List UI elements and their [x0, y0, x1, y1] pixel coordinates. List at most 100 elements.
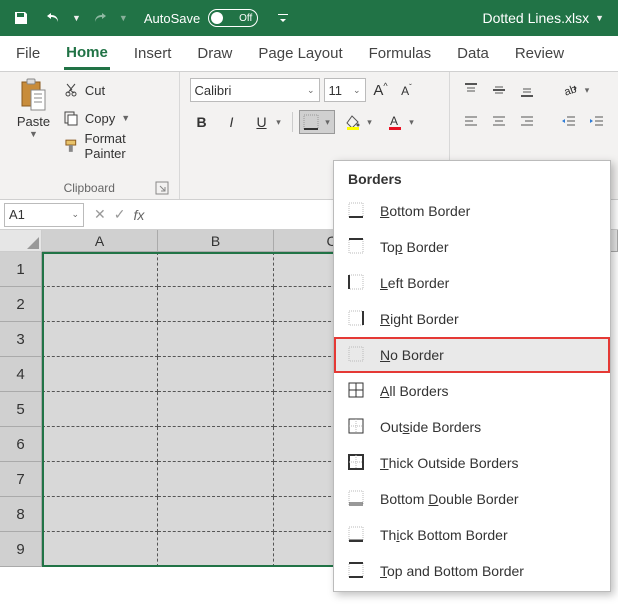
fill-color-button[interactable]: ▾ — [341, 110, 377, 134]
undo-button[interactable] — [40, 5, 66, 31]
fx-button[interactable]: fx — [133, 207, 144, 223]
border-menu-item-top-border[interactable]: Top Border — [334, 229, 610, 265]
borders-menu-title: Borders — [334, 167, 610, 193]
border-menu-item-all-borders[interactable]: All Borders — [334, 373, 610, 409]
tab-home[interactable]: Home — [64, 38, 110, 70]
tab-page-layout[interactable]: Page Layout — [256, 39, 344, 68]
font-color-button[interactable]: A ▾ — [383, 110, 419, 134]
tab-draw[interactable]: Draw — [195, 39, 234, 68]
cell[interactable] — [158, 392, 274, 427]
row-header[interactable]: 1 — [0, 252, 42, 287]
copy-dropdown-icon: ▼ — [121, 113, 130, 123]
border-menu-label: No Border — [380, 347, 444, 363]
paste-button[interactable]: Paste ▼ — [10, 78, 57, 179]
row-header[interactable]: 4 — [0, 357, 42, 392]
border-menu-item-thick-bottom-border[interactable]: Thick Bottom Border — [334, 517, 610, 553]
bold-button[interactable]: B — [190, 110, 214, 134]
cell[interactable] — [158, 497, 274, 532]
underline-button[interactable]: U ▾ — [250, 110, 286, 134]
filename-label[interactable]: Dotted Lines.xlsx ▼ — [482, 10, 604, 26]
increase-font-button[interactable]: A^ — [370, 79, 392, 101]
redo-dropdown-icon[interactable]: ▼ — [119, 13, 128, 23]
row-header[interactable]: 3 — [0, 322, 42, 357]
align-top-button[interactable] — [460, 79, 482, 101]
cancel-formula-icon[interactable]: ✕ — [94, 206, 106, 223]
copy-icon — [63, 110, 79, 126]
row-header[interactable]: 6 — [0, 427, 42, 462]
cell[interactable] — [158, 357, 274, 392]
column-header[interactable]: A — [42, 230, 158, 252]
borders-button[interactable]: ▾ — [299, 110, 335, 134]
cell[interactable] — [158, 462, 274, 497]
select-all-corner[interactable] — [0, 230, 42, 252]
border-option-icon — [348, 526, 366, 544]
border-menu-item-thick-outside-borders[interactable]: Thick Outside Borders — [334, 445, 610, 481]
row-header[interactable]: 5 — [0, 392, 42, 427]
cell[interactable] — [158, 532, 274, 567]
border-menu-label: Left Border — [380, 275, 449, 291]
borders-dropdown-icon[interactable]: ▾ — [322, 117, 334, 128]
decrease-indent-button[interactable] — [558, 110, 580, 132]
cell[interactable] — [42, 287, 158, 322]
row-header[interactable]: 9 — [0, 532, 42, 567]
cell[interactable] — [42, 497, 158, 532]
cell[interactable] — [158, 287, 274, 322]
border-menu-item-bottom-double-border[interactable]: Bottom Double Border — [334, 481, 610, 517]
border-menu-item-left-border[interactable]: Left Border — [334, 265, 610, 301]
border-menu-item-outside-borders[interactable]: Outside Borders — [334, 409, 610, 445]
ribbon-tabs: File Home Insert Draw Page Layout Formul… — [0, 36, 618, 72]
cell[interactable] — [42, 357, 158, 392]
clipboard-dialog-launcher[interactable] — [155, 181, 169, 195]
border-menu-item-bottom-border[interactable]: Bottom Border — [334, 193, 610, 229]
format-painter-button[interactable]: Format Painter — [63, 134, 169, 158]
column-header[interactable]: B — [158, 230, 274, 252]
enter-formula-icon[interactable]: ✓ — [114, 206, 126, 223]
italic-button[interactable]: I — [220, 110, 244, 134]
font-size-select[interactable]: 11⌄ — [324, 78, 366, 102]
cut-button[interactable]: Cut — [63, 78, 169, 102]
cell[interactable] — [42, 252, 158, 287]
autosave-toggle[interactable]: Off — [208, 9, 258, 27]
row-header[interactable]: 7 — [0, 462, 42, 497]
tab-insert[interactable]: Insert — [132, 39, 174, 68]
cell[interactable] — [42, 532, 158, 567]
copy-button[interactable]: Copy ▼ — [63, 106, 169, 130]
cell[interactable] — [42, 462, 158, 497]
save-button[interactable] — [8, 5, 34, 31]
align-right-button[interactable] — [516, 110, 538, 132]
decrease-font-button[interactable]: Aˇ — [396, 79, 418, 101]
tab-file[interactable]: File — [14, 39, 42, 68]
font-name-select[interactable]: Calibri⌄ — [190, 78, 320, 102]
qat-customize-button[interactable] — [270, 5, 296, 31]
tab-formulas[interactable]: Formulas — [367, 39, 434, 68]
align-center-button[interactable] — [488, 110, 510, 132]
name-box[interactable]: A1⌄ — [4, 203, 84, 227]
border-menu-label: Thick Outside Borders — [380, 455, 519, 471]
tab-review[interactable]: Review — [513, 39, 566, 68]
align-middle-button[interactable] — [488, 79, 510, 101]
border-menu-label: Thick Bottom Border — [380, 527, 508, 543]
border-option-icon — [348, 274, 366, 292]
border-menu-item-no-border[interactable]: No Border — [334, 337, 610, 373]
row-header[interactable]: 2 — [0, 287, 42, 322]
align-left-button[interactable] — [460, 110, 482, 132]
paintbrush-icon — [63, 138, 79, 154]
border-option-icon — [348, 490, 366, 508]
cell[interactable] — [158, 427, 274, 462]
cell[interactable] — [158, 252, 274, 287]
orientation-button[interactable]: ab ▾ — [558, 78, 594, 102]
border-menu-item-right-border[interactable]: Right Border — [334, 301, 610, 337]
svg-text:ab: ab — [563, 83, 578, 98]
cell[interactable] — [158, 322, 274, 357]
redo-button[interactable] — [87, 5, 113, 31]
bucket-icon — [345, 114, 361, 130]
increase-indent-button[interactable] — [586, 110, 608, 132]
row-header[interactable]: 8 — [0, 497, 42, 532]
cell[interactable] — [42, 427, 158, 462]
align-bottom-button[interactable] — [516, 79, 538, 101]
undo-dropdown-icon[interactable]: ▼ — [72, 13, 81, 23]
cell[interactable] — [42, 392, 158, 427]
border-menu-item-top-and-bottom-border[interactable]: Top and Bottom Border — [334, 553, 610, 589]
tab-data[interactable]: Data — [455, 39, 491, 68]
cell[interactable] — [42, 322, 158, 357]
